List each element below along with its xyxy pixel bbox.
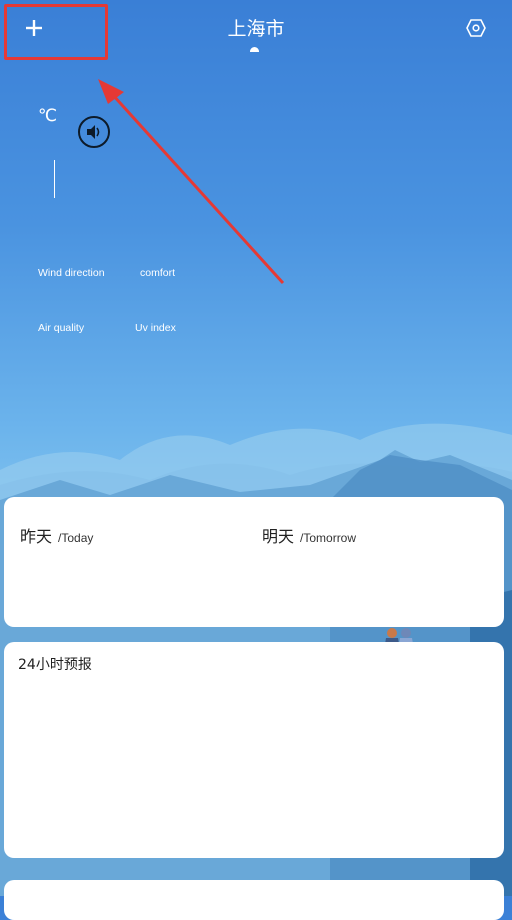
settings-button[interactable] [462,14,490,42]
air-quality-label: Air quality [38,322,85,334]
today-en-label: /Today [58,531,94,545]
comfort-label: comfort [140,267,176,279]
wind-direction-label: Wind direction [38,267,105,279]
tomorrow-block[interactable]: 明天 /Tomorrow [262,523,356,547]
hourly-forecast-title: 24小时预报 [18,657,92,673]
temperature-unit: ℃ [38,106,58,126]
speaker-button[interactable] [78,116,110,148]
weather-app: 上海市 ℃ Wind direction comfort Air quality… [0,0,512,920]
uv-index-label: Uv index [135,322,176,334]
speaker-icon [87,125,100,139]
daily-forecast-card: 昨天 /Today 明天 /Tomorrow [4,497,504,627]
tomorrow-cn-label: 明天 [262,527,295,546]
hourly-forecast-card: 24小时预报 [4,642,504,858]
text-cursor [54,160,55,198]
page-indicator-dot [250,47,259,52]
highlight-box [4,4,108,60]
next-card [4,880,504,920]
today-block[interactable]: 昨天 /Today [20,523,93,547]
tomorrow-en-label: /Tomorrow [300,531,357,545]
hexagon-settings-icon [466,19,486,37]
today-cn-label: 昨天 [20,527,53,546]
